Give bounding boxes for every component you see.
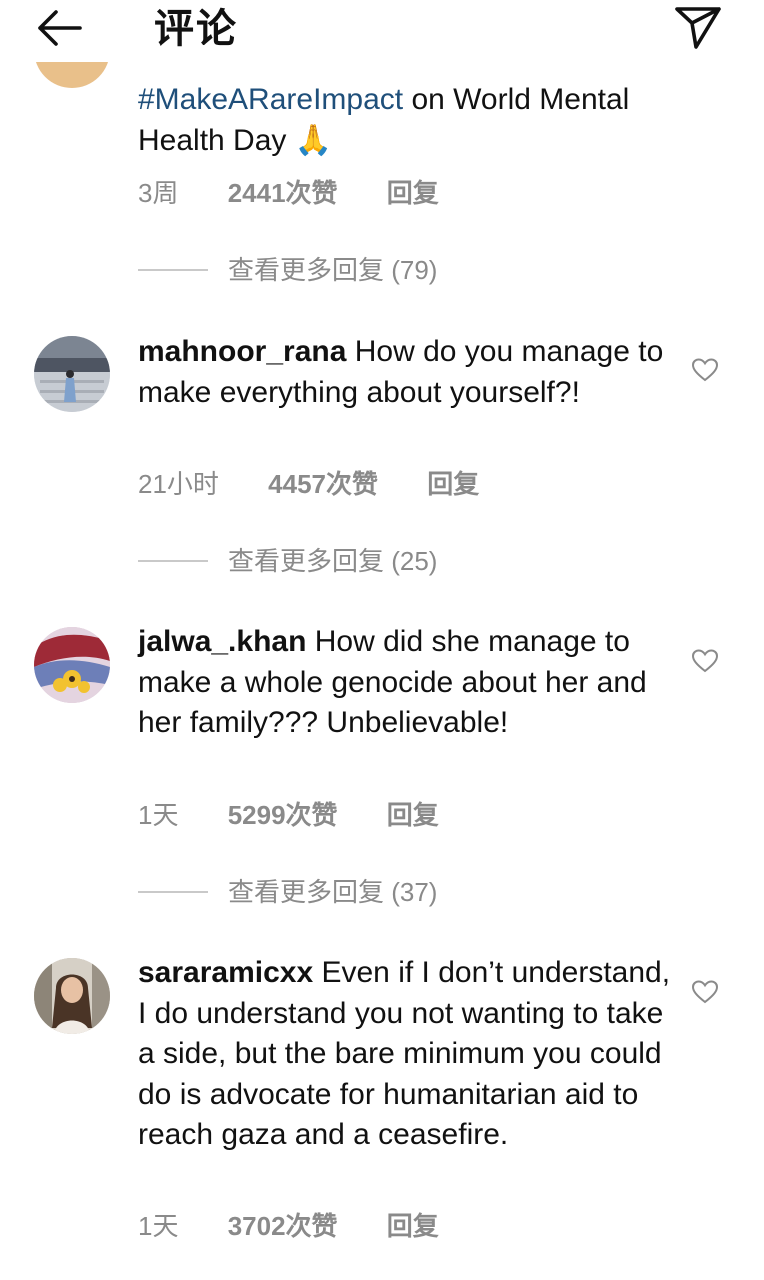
- username-link[interactable]: mahnoor_rana: [138, 335, 346, 368]
- divider: [138, 891, 208, 894]
- comment-text: sararamicxx Even if I don’t understand, …: [138, 956, 671, 1151]
- avatar-photo: [34, 958, 110, 1034]
- likes-count[interactable]: 3702次赞: [228, 1209, 338, 1243]
- comment-time: 1天: [138, 800, 179, 830]
- comment-meta: 21小时 4457次赞 回复: [138, 467, 479, 501]
- avatar[interactable]: [34, 627, 110, 703]
- back-arrow-icon[interactable]: [34, 6, 84, 50]
- divider: [138, 269, 208, 272]
- comment-text: #MakeARareImpact on World Mental Health …: [138, 83, 630, 157]
- likes-count[interactable]: 2441次赞: [228, 176, 338, 210]
- heart-icon[interactable]: [692, 980, 718, 1004]
- avatar[interactable]: [34, 958, 110, 1034]
- reply-button[interactable]: 回复: [387, 798, 439, 832]
- page-title: 评论: [154, 7, 238, 51]
- heart-icon[interactable]: [692, 358, 718, 382]
- username-link[interactable]: sararamicxx: [138, 956, 313, 989]
- avatar-photo: [34, 336, 110, 412]
- reply-button[interactable]: 回复: [387, 1209, 439, 1243]
- avatar-photo: [34, 627, 110, 703]
- heart-icon[interactable]: [692, 649, 718, 673]
- comment-time: 1天: [138, 1211, 179, 1241]
- view-more-replies[interactable]: 查看更多回复 (37): [138, 875, 437, 909]
- comment-time: 21小时: [138, 469, 219, 499]
- divider: [138, 560, 208, 563]
- likes-count[interactable]: 5299次赞: [228, 798, 338, 832]
- username-link[interactable]: jalwa_.khan: [138, 625, 306, 658]
- send-icon[interactable]: [672, 2, 724, 52]
- header-bar: 评论: [0, 0, 764, 62]
- comment-time: 3周: [138, 178, 179, 208]
- hashtag-link[interactable]: #MakeARareImpact: [138, 83, 403, 116]
- praying-hands-emoji: 🙏: [294, 123, 333, 157]
- reply-button[interactable]: 回复: [427, 467, 479, 501]
- comment-meta: 3周 2441次赞 回复: [138, 176, 439, 210]
- view-more-replies[interactable]: 查看更多回复 (25): [138, 544, 437, 578]
- comment-text: mahnoor_rana How do you manage to make e…: [138, 335, 664, 409]
- reply-button[interactable]: 回复: [387, 176, 439, 210]
- comment-meta: 1天 3702次赞 回复: [138, 1209, 439, 1243]
- view-more-replies[interactable]: 查看更多回复 (79): [138, 253, 437, 287]
- likes-count[interactable]: 4457次赞: [268, 467, 378, 501]
- comment-meta: 1天 5299次赞 回复: [138, 798, 439, 832]
- comment-text: jalwa_.khan How did she manage to make a…: [138, 625, 647, 739]
- avatar[interactable]: [34, 336, 110, 412]
